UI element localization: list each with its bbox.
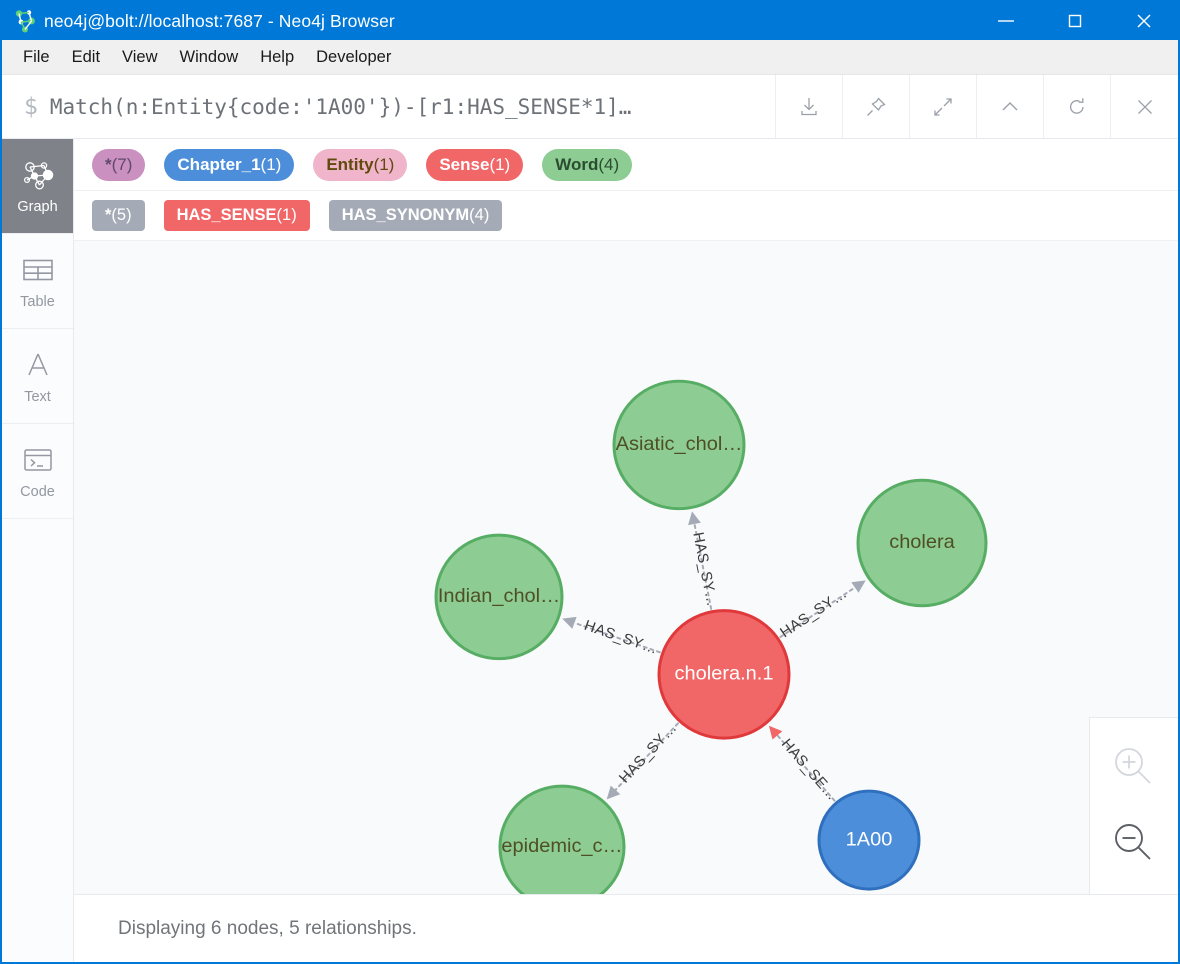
- legend-rel-count: (4): [469, 206, 490, 224]
- nodes-layer: Asiatic_chol…cholera Indian_chol… cholera.…: [434, 379, 988, 894]
- legend-rel-has-synonym[interactable]: HAS_SYNONYM (4): [328, 200, 503, 231]
- legend-rel-has-sense[interactable]: HAS_SENSE (1): [163, 200, 310, 231]
- legend-rel-label: HAS_SYNONYM: [341, 206, 470, 224]
- edge-label: HAS_SE…: [778, 736, 840, 804]
- menu-item-help[interactable]: Help: [249, 45, 305, 70]
- graph-edge[interactable]: HAS_SY…: [606, 720, 681, 800]
- sidebar-item-table[interactable]: Table: [2, 234, 73, 329]
- legend-pill-count: (4): [598, 154, 620, 174]
- sidebar-item-label-text: Text: [24, 388, 51, 405]
- legend-pill-chapter-1[interactable]: Chapter_1 (1): [164, 148, 295, 181]
- frame-toolbar: [776, 75, 1178, 138]
- legend-pill-sense[interactable]: Sense (1): [426, 148, 524, 181]
- zoom-out-button[interactable]: [1106, 816, 1162, 872]
- graph-node[interactable]: epidemic_c…: [498, 784, 626, 894]
- title-bar: neo4j@bolt://localhost:7687 - Neo4j Brow…: [2, 2, 1178, 40]
- edge-label: HAS_SY…: [689, 531, 719, 608]
- graph-edge[interactable]: HAS_SY…: [562, 616, 661, 658]
- graph-edge[interactable]: HAS_SE…: [768, 725, 840, 804]
- code-icon: [22, 443, 54, 477]
- collapse-button[interactable]: [977, 75, 1044, 138]
- query-editor-bar: $ Match(n:Entity{code:'1A00'})-[r1:HAS_S…: [2, 75, 1178, 139]
- text-icon: [23, 348, 53, 382]
- zoom-in-button[interactable]: [1106, 740, 1162, 796]
- status-text: Displaying 6 nodes, 5 relationships.: [118, 917, 417, 939]
- graph-edge[interactable]: HAS_SY…: [778, 580, 866, 641]
- contract-button[interactable]: [910, 75, 977, 138]
- graph-visualization[interactable]: HAS_SY… HAS_SY… HAS_SY… HAS_SY… HAS_SE… Asia…: [74, 241, 1178, 894]
- relationship-type-legend: * (5) HAS_SENSE (1) HAS_SYNONYM (4): [74, 191, 1178, 241]
- query-input[interactable]: $ Match(n:Entity{code:'1A00'})-[r1:HAS_S…: [2, 75, 776, 138]
- graph-canvas[interactable]: HAS_SY… HAS_SY… HAS_SY… HAS_SY… HAS_SE… Asia…: [74, 241, 1178, 894]
- legend-pill-count: (1): [489, 154, 511, 174]
- minimize-button[interactable]: [971, 2, 1040, 40]
- view-switcher-sidebar: Graph Table Text Code: [2, 139, 74, 962]
- legend-pill-word[interactable]: Word (4): [542, 148, 633, 181]
- sidebar-item-label-code: Code: [20, 483, 55, 500]
- menu-item-edit[interactable]: Edit: [61, 45, 111, 70]
- window-controls: [971, 2, 1178, 40]
- refresh-button[interactable]: [1044, 75, 1111, 138]
- legend-pill-count: (1): [373, 154, 395, 174]
- sidebar-item-graph[interactable]: Graph: [2, 139, 73, 234]
- edge-label: HAS_SY…: [582, 618, 660, 658]
- sidebar-item-label-table: Table: [20, 293, 55, 310]
- graph-icon: [21, 158, 55, 192]
- legend-pill-label: Sense: [439, 154, 490, 174]
- prompt-icon: $: [24, 93, 38, 120]
- legend-pill-count: (7): [111, 154, 133, 174]
- graph-node[interactable]: Asiatic_chol…: [612, 379, 746, 511]
- legend-pill-count: (1): [260, 154, 282, 174]
- menu-item-view[interactable]: View: [111, 45, 168, 70]
- edge-label: HAS_SY…: [778, 586, 851, 641]
- zoom-controls: [1089, 717, 1178, 894]
- graph-node[interactable]: Indian_chol…: [434, 533, 564, 661]
- menu-item-window[interactable]: Window: [169, 45, 250, 70]
- query-text: Match(n:Entity{code:'1A00'})-[r1:HAS_SEN…: [49, 94, 632, 119]
- legend-rel-all[interactable]: * (5): [92, 200, 145, 231]
- frame-content: * (7) Chapter_1 (1) Entity (1) Sense (1) Wor…: [74, 139, 1178, 962]
- window-title: neo4j@bolt://localhost:7687 - Neo4j Brow…: [44, 10, 395, 31]
- legend-pill-label: Word: [555, 154, 599, 174]
- graph-node[interactable]: cholera.n.1: [657, 609, 791, 740]
- neo4j-logo-icon: [12, 8, 38, 34]
- legend-pill-label: Chapter_1: [177, 154, 261, 174]
- sidebar-item-text[interactable]: Text: [2, 329, 73, 424]
- close-window-button[interactable]: [1109, 2, 1178, 40]
- maximize-button[interactable]: [1040, 2, 1109, 40]
- legend-pill-label: Entity: [326, 154, 374, 174]
- menu-item-file[interactable]: File: [12, 45, 61, 70]
- menu-item-developer[interactable]: Developer: [305, 45, 402, 70]
- result-frame: Graph Table Text Code * (7) Chapter_1 (1…: [2, 139, 1178, 962]
- legend-pill-entity[interactable]: Entity (1): [313, 148, 408, 181]
- close-frame-button[interactable]: [1111, 75, 1178, 138]
- sidebar-item-label-graph: Graph: [17, 198, 58, 215]
- legend-pill-all-nodes[interactable]: * (7): [92, 148, 146, 181]
- node-label-legend: * (7) Chapter_1 (1) Entity (1) Sense (1) Wor…: [74, 139, 1178, 191]
- graph-edge[interactable]: HAS_SY…: [688, 511, 720, 610]
- table-icon: [22, 253, 54, 287]
- legend-rel-count: (5): [111, 206, 132, 224]
- edge-label: HAS_SY…: [617, 720, 681, 786]
- download-button[interactable]: [776, 75, 843, 138]
- legend-rel-count: (1): [276, 206, 297, 224]
- graph-node[interactable]: cholera: [856, 478, 988, 608]
- status-bar: Displaying 6 nodes, 5 relationships.: [74, 894, 1178, 962]
- neo4j-browser-window: neo4j@bolt://localhost:7687 - Neo4j Brow…: [0, 0, 1180, 964]
- pin-button[interactable]: [843, 75, 910, 138]
- legend-rel-label: HAS_SENSE: [176, 206, 277, 224]
- sidebar-item-code[interactable]: Code: [2, 424, 73, 519]
- legend-pill-label: *: [105, 154, 112, 174]
- menu-bar: File Edit View Window Help Developer: [2, 40, 1178, 75]
- graph-node[interactable]: 1A00: [817, 789, 921, 891]
